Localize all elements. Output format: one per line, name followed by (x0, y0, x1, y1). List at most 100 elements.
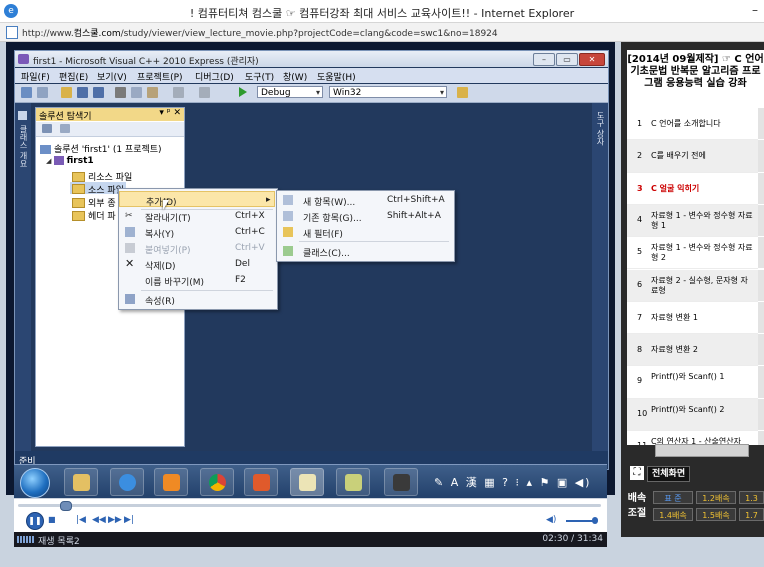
lecture-item[interactable]: 7 자료형 변환 1 (627, 301, 764, 335)
lecture-item-action[interactable] (758, 140, 764, 172)
paste-icon[interactable] (147, 87, 158, 98)
lecture-item[interactable]: 9 Printf()와 Scanf() 1 (627, 366, 764, 399)
undo-icon[interactable] (173, 87, 184, 98)
system-tray[interactable]: ✎ A 漢 ▦ ? ⁝ ▴ ⚑ ▣ ◀) (434, 474, 591, 490)
volume-handle[interactable] (592, 517, 598, 524)
speed-1-7[interactable]: 1.7 (739, 508, 764, 521)
seek-bar[interactable] (18, 504, 601, 507)
pause-button[interactable]: ❚❚ (26, 512, 44, 530)
stop-icon[interactable]: ■ (48, 515, 56, 524)
speed-normal[interactable]: 표 준 (653, 491, 693, 504)
taskbar-explorer[interactable] (64, 468, 98, 496)
speed-1-4[interactable]: 1.4배속 (653, 508, 693, 521)
previous-icon[interactable]: |◀ (76, 515, 86, 525)
start-debug-icon[interactable] (239, 87, 247, 97)
lecture-item-action[interactable] (758, 398, 764, 430)
copy-icon[interactable] (131, 87, 142, 98)
menu-item-rename[interactable]: 이름 바꾸기(M) F2 (119, 272, 275, 288)
config-select[interactable]: Debug (257, 86, 323, 99)
lecture-item[interactable]: 3 C 얼굴 익히기 (627, 172, 764, 205)
taskbar-chrome[interactable] (200, 468, 234, 496)
speed-1-2[interactable]: 1.2배속 (696, 491, 736, 504)
lecture-item[interactable]: 5 자료형 1 - 변수와 정수형 자료형 2 (627, 237, 764, 270)
start-button[interactable] (20, 468, 50, 498)
menu-item-cut[interactable]: ✂ 잘라내기(T) Ctrl+X (119, 208, 275, 224)
lecture-item-action[interactable] (758, 301, 764, 334)
lecture-item-action[interactable] (758, 334, 764, 366)
add-item-icon[interactable] (37, 87, 48, 98)
vs-minimize-button[interactable]: – (533, 53, 555, 66)
fullscreen-button[interactable]: 전체화면 (647, 466, 691, 482)
menu-file[interactable]: 파일(F) (21, 70, 50, 83)
panel-controls[interactable]: ▾ ᵖ ✕ (159, 108, 181, 118)
speed-1-5[interactable]: 1.5배속 (696, 508, 736, 521)
lecture-item[interactable]: 8 자료형 변환 2 (627, 334, 764, 367)
lecture-item[interactable]: 6 자료형 2 - 실수형, 문자형 자료형 (627, 269, 764, 302)
menu-project[interactable]: 프로젝트(P) (137, 70, 183, 83)
save-all-icon[interactable] (93, 87, 104, 98)
submenu-new-filter[interactable]: 새 필터(F) (277, 224, 453, 240)
submenu-class[interactable]: 클래스(C)... (277, 243, 453, 259)
lecture-item-action[interactable] (758, 204, 764, 237)
tree-solution[interactable]: 솔루션 'first1' (1 프로젝트) (40, 142, 162, 155)
taskbar-visual-studio[interactable] (290, 468, 324, 496)
menu-item-add[interactable]: 추가(D) ▸ (119, 191, 275, 208)
lecture-item-action[interactable] (758, 366, 764, 398)
cut-icon[interactable] (115, 87, 126, 98)
lecture-item[interactable]: 2 C를 배우기 전에 (627, 140, 764, 173)
taskbar-recorder[interactable] (384, 468, 418, 496)
menu-view[interactable]: 보기(V) (97, 70, 127, 83)
submenu-new-item[interactable]: 새 항목(W)... Ctrl+Shift+A (277, 192, 453, 208)
show-all-files-icon[interactable] (60, 124, 70, 133)
properties-icon[interactable] (42, 124, 52, 133)
save-icon[interactable] (77, 87, 88, 98)
menu-window[interactable]: 창(W) (283, 70, 307, 83)
rewind-icon[interactable]: ◀◀ (92, 515, 106, 525)
lecture-item-action[interactable] (758, 172, 764, 204)
taskbar-media[interactable] (154, 468, 188, 496)
url-text[interactable]: http://www.컴스쿨.com/study/viewer/view_lec… (22, 26, 498, 39)
horizontal-scrollbar[interactable] (655, 444, 749, 457)
submenu-existing-item[interactable]: 기존 항목(G)... Shift+Alt+A (277, 208, 453, 224)
tree-folder-external[interactable]: 외부 종 (88, 196, 116, 209)
vs-maximize-button[interactable]: ▭ (556, 53, 578, 66)
tree-folder-header[interactable]: 헤더 파 (88, 209, 116, 222)
speed-1-3[interactable]: 1.3 (739, 491, 764, 504)
seek-handle[interactable] (59, 501, 72, 511)
next-icon[interactable]: ▶| (124, 515, 134, 525)
lecture-item[interactable]: 1 C 언어를 소개합니다 (627, 108, 764, 141)
volume-icon[interactable]: ◀) (546, 515, 556, 525)
lecture-item-action[interactable] (758, 237, 764, 269)
open-folder-icon[interactable] (61, 87, 72, 98)
menu-edit[interactable]: 편집(E) (59, 70, 88, 83)
menu-item-delete[interactable]: ✕ 삭제(D) Del (119, 256, 275, 272)
tree-project[interactable]: ◢ first1 (46, 156, 94, 166)
new-project-icon[interactable] (21, 87, 32, 98)
toolbox-tab[interactable]: 도구 상자 (592, 103, 608, 451)
menu-help[interactable]: 도움말(H) (317, 70, 356, 83)
taskbar-notes[interactable] (336, 468, 370, 496)
menu-debug[interactable]: 디버그(D) (195, 70, 234, 83)
fullscreen-control[interactable]: ⛶ 전체화면 (630, 465, 696, 482)
menu-item-copy[interactable]: 복사(Y) Ctrl+C (119, 224, 275, 240)
menu-item-paste[interactable]: 붙여넣기(P) Ctrl+V (119, 240, 275, 256)
minimize-button[interactable]: – (752, 3, 758, 17)
class-view-tab[interactable]: 클래스 개요 (15, 103, 31, 451)
address-bar[interactable]: http://www.컴스쿨.com/study/viewer/view_lec… (0, 23, 764, 42)
vs-close-button[interactable]: ✕ (579, 53, 605, 66)
lecture-item[interactable]: 10 Printf()와 Scanf() 2 (627, 398, 764, 431)
menu-item-properties[interactable]: 속성(R) (119, 291, 275, 307)
lecture-item[interactable]: 11C의 연산자 1 - 산술연산자 (627, 431, 764, 445)
lecture-item[interactable]: 4 자료형 1 - 변수와 정수형 자료형 1 (627, 204, 764, 238)
platform-select[interactable]: Win32 (329, 86, 447, 99)
taskbar-app[interactable] (244, 468, 278, 496)
fast-forward-icon[interactable]: ▶▶ (108, 515, 122, 525)
redo-icon[interactable] (199, 87, 210, 98)
lecture-item-action[interactable] (758, 269, 764, 301)
toolbox-icon[interactable] (457, 87, 468, 98)
menu-tools[interactable]: 도구(T) (245, 70, 274, 83)
taskbar-ie[interactable] (110, 468, 144, 496)
lecture-item-action[interactable] (758, 108, 764, 140)
playlist-label[interactable]: 재생 목록2 (38, 534, 80, 547)
lecture-item-action[interactable] (758, 431, 764, 445)
